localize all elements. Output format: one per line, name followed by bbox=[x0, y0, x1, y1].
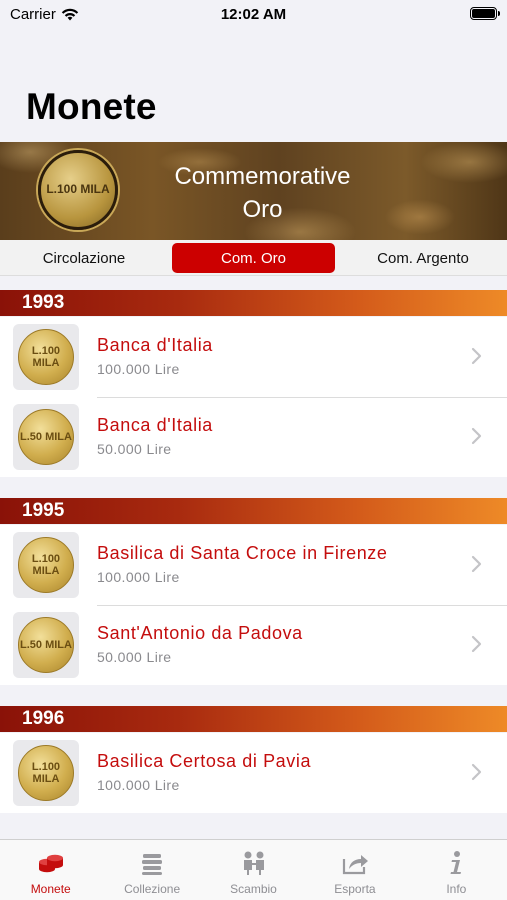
chevron-right-icon bbox=[471, 635, 482, 653]
chevron-right-icon bbox=[471, 427, 482, 445]
coin-value: 50.000 Lire bbox=[97, 649, 172, 665]
tab-monete[interactable]: Monete bbox=[0, 840, 101, 900]
coin-name: Basilica di Santa Croce in Firenze bbox=[97, 543, 388, 563]
section-1993: L.100 MILA Banca d'Italia 100.000 Lire L… bbox=[0, 317, 507, 477]
segmented-control: Circolazione Com. Oro Com. Argento bbox=[0, 240, 507, 276]
tab-info[interactable]: Info bbox=[406, 840, 507, 900]
coin-name: Sant'Antonio da Padova bbox=[97, 623, 303, 643]
coin-value: 100.000 Lire bbox=[97, 361, 180, 377]
section-year: 1993 bbox=[0, 290, 507, 316]
tab-label: Esporta bbox=[334, 882, 376, 896]
tab-collezione[interactable]: Collezione bbox=[101, 840, 202, 900]
section-header-1996: 1996 bbox=[0, 695, 507, 733]
tab-label: Info bbox=[446, 882, 467, 896]
page-title: Monete bbox=[26, 86, 157, 127]
coin-value: 100.000 Lire bbox=[97, 569, 180, 585]
coin-thumbnail: L.100 MILA bbox=[13, 324, 79, 390]
segment-com-oro[interactable]: Com. Oro bbox=[172, 243, 335, 273]
tab-label: Monete bbox=[30, 882, 71, 896]
chevron-right-icon bbox=[471, 555, 482, 573]
chevron-right-icon bbox=[471, 347, 482, 365]
section-header-1993: 1993 bbox=[0, 278, 507, 317]
coin-thumbnail: L.50 MILA bbox=[13, 404, 79, 470]
chevron-right-icon bbox=[471, 763, 482, 781]
list-item[interactable]: L.50 MILA Banca d'Italia 50.000 Lire bbox=[0, 397, 507, 477]
tab-label: Collezione bbox=[124, 882, 181, 896]
exchange-icon bbox=[243, 851, 264, 875]
info-icon bbox=[450, 851, 462, 874]
list-item[interactable]: L.50 MILA Sant'Antonio da Padova 50.000 … bbox=[0, 605, 507, 685]
coin-thumbnail: L.100 MILA bbox=[13, 740, 79, 806]
coins-icon bbox=[38, 854, 63, 873]
section-header-1995: 1995 bbox=[0, 487, 507, 525]
coin-list: 1993 L.100 MILA Banca d'Italia 100.000 L… bbox=[0, 278, 507, 813]
coin-name: Basilica Certosa di Pavia bbox=[97, 751, 312, 771]
list-item[interactable]: L.100 MILA Basilica Certosa di Pavia 100… bbox=[0, 733, 507, 813]
status-bar: Carrier 12:02 AM bbox=[0, 0, 507, 30]
coin-value: 100.000 Lire bbox=[97, 777, 180, 793]
coin-value: 50.000 Lire bbox=[97, 441, 172, 457]
tab-label: Scambio bbox=[230, 882, 277, 896]
status-time: 12:02 AM bbox=[220, 6, 287, 23]
coin-name: Banca d'Italia bbox=[97, 415, 213, 435]
segment-circolazione[interactable]: Circolazione bbox=[0, 243, 168, 273]
share-icon bbox=[342, 855, 368, 875]
list-item[interactable]: L.100 MILA Basilica di Santa Croce in Fi… bbox=[0, 525, 507, 605]
coin-thumbnail: L.50 MILA bbox=[13, 612, 79, 678]
section-1996: L.100 MILA Basilica Certosa di Pavia 100… bbox=[0, 733, 507, 813]
tab-esporta[interactable]: Esporta bbox=[304, 840, 405, 900]
banner-coin-image: L.100 MILA bbox=[38, 150, 118, 230]
banner-title-line2: Oro bbox=[242, 196, 283, 223]
tab-scambio[interactable]: Scambio bbox=[203, 840, 304, 900]
tab-bar: Monete Collezione Scambio Esporta Info bbox=[0, 839, 507, 900]
coin-thumbnail: L.100 MILA bbox=[13, 532, 79, 598]
list-item[interactable]: L.100 MILA Banca d'Italia 100.000 Lire bbox=[0, 317, 507, 397]
coin-name: Banca d'Italia bbox=[97, 335, 213, 355]
stack-icon bbox=[142, 854, 163, 875]
category-banner: L.100 MILA Commemorative Oro bbox=[0, 142, 507, 240]
section-1995: L.100 MILA Basilica di Santa Croce in Fi… bbox=[0, 525, 507, 685]
segment-com-argento[interactable]: Com. Argento bbox=[339, 243, 507, 273]
banner-title: Commemorative Oro bbox=[140, 160, 385, 226]
banner-title-line1: Commemorative bbox=[174, 163, 351, 190]
battery-icon bbox=[470, 7, 500, 20]
section-year: 1996 bbox=[0, 706, 507, 732]
section-year: 1995 bbox=[0, 498, 507, 524]
